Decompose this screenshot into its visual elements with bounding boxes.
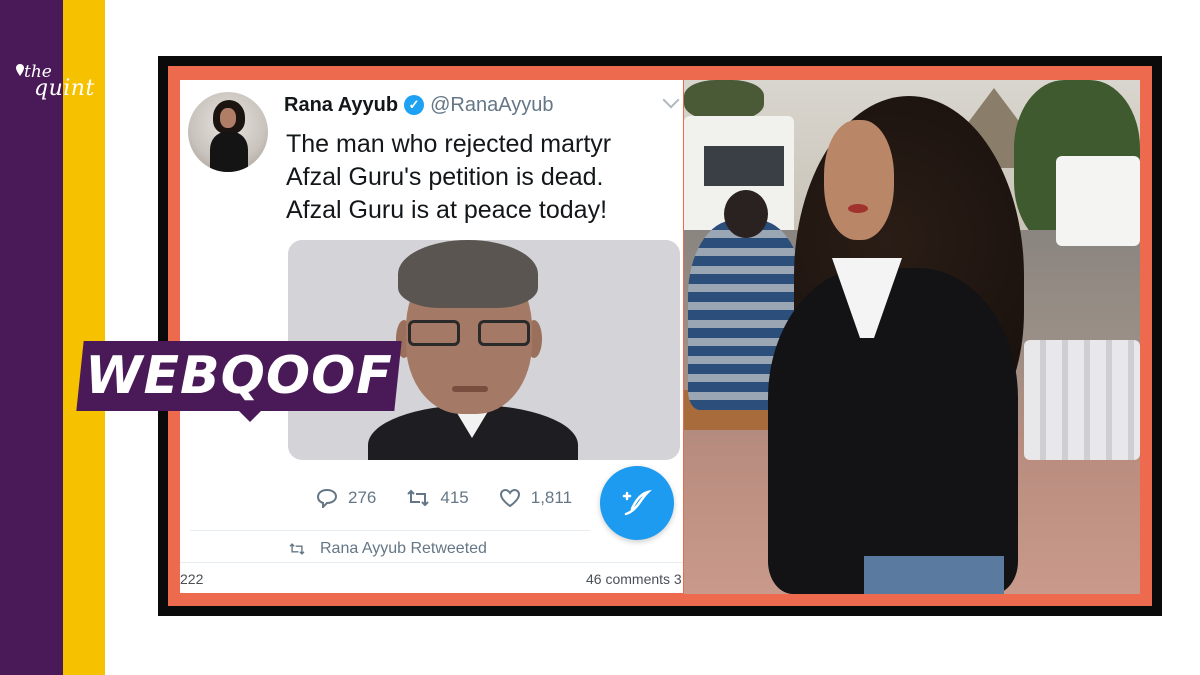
- author-name[interactable]: Rana Ayyub: [284, 94, 398, 117]
- post-footer: 222 46 comments 3: [180, 562, 683, 593]
- avatar[interactable]: [188, 92, 268, 172]
- portrait-hair: [398, 240, 538, 308]
- logo-text-quint: quint: [34, 76, 95, 101]
- photo-truck: [1056, 156, 1140, 246]
- photo-man-head: [724, 190, 768, 238]
- compose-icon: [622, 489, 653, 516]
- retweet-button[interactable]: 415: [406, 488, 469, 508]
- verified-badge-icon: ✓: [404, 95, 425, 115]
- woman-jeans: [864, 556, 1004, 594]
- avatar-face: [220, 108, 236, 128]
- glasses-lens-right: [478, 320, 530, 346]
- like-count: 1,811: [530, 488, 573, 507]
- webqoof-label: WEBQOOF: [85, 346, 393, 406]
- glasses-lens-left: [408, 320, 460, 346]
- retweet-count: 415: [440, 488, 469, 507]
- tweet-header: Rana Ayyub ✓ @RanaAyyub: [284, 92, 553, 118]
- photo-tree: [684, 80, 764, 120]
- media-portrait: [368, 240, 628, 460]
- woman-photo: [684, 80, 1140, 594]
- comments-count[interactable]: 46 comments 3: [586, 571, 682, 587]
- retweeted-label: Rana Ayyub Retweeted: [288, 540, 487, 558]
- reactions-count[interactable]: 222: [180, 571, 203, 587]
- like-button[interactable]: 1,811: [499, 488, 572, 508]
- retweet-icon: [289, 543, 305, 555]
- heart-icon: [499, 488, 520, 508]
- avatar-body: [210, 132, 248, 172]
- portrait-glasses: [408, 320, 532, 348]
- retweeted-text: Rana Ayyub Retweeted: [320, 540, 487, 557]
- retweet-icon: [407, 489, 430, 507]
- tweet-actions: 276 415 1,811: [316, 488, 572, 508]
- compose-button[interactable]: [600, 466, 674, 540]
- woman-body: [768, 268, 1018, 594]
- woman-lips: [848, 204, 868, 213]
- tweet-card: Rana Ayyub ✓ @RanaAyyub The man who reje…: [180, 80, 683, 593]
- photo-cups: [1024, 340, 1140, 460]
- reply-icon: [316, 488, 338, 508]
- divider: [190, 530, 590, 531]
- reply-button[interactable]: 276: [316, 488, 376, 508]
- author-handle[interactable]: @RanaAyyub: [430, 94, 553, 117]
- tweet-text: The man who rejected martyr Afzal Guru's…: [286, 130, 612, 224]
- woman-face: [824, 120, 894, 240]
- portrait-mouth: [452, 386, 488, 392]
- quint-logo: the quint: [16, 62, 98, 110]
- logo-pin-icon: [16, 64, 24, 76]
- reply-count: 276: [348, 488, 377, 507]
- van-window: [704, 146, 784, 186]
- chevron-down-icon[interactable]: [662, 91, 680, 109]
